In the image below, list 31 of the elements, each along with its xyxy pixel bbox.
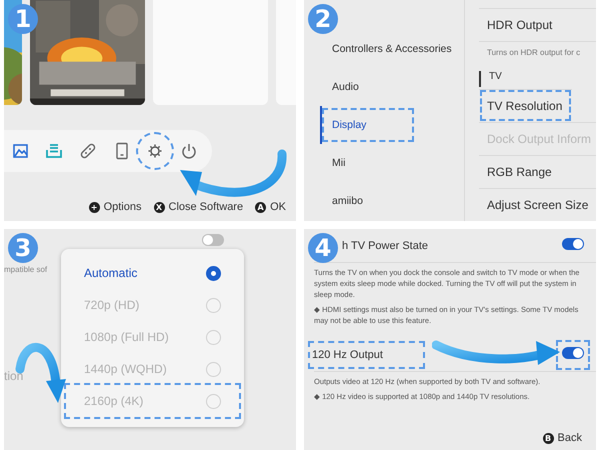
settings-option[interactable]: RGB Range: [479, 155, 596, 188]
option-description: Turns on HDR output for c: [479, 41, 596, 71]
toggle-switch[interactable]: [562, 238, 584, 250]
radio-button[interactable]: [206, 266, 221, 280]
toggle-switch[interactable]: [562, 346, 584, 358]
section-heading: TV: [479, 71, 596, 87]
setting-label[interactable]: h TV Power State: [340, 234, 468, 258]
button-glyph-icon: A: [255, 202, 266, 212]
settings-option[interactable]: TV Resolution: [479, 89, 572, 122]
resolution-option[interactable]: Automatic: [66, 257, 239, 289]
settings-icon[interactable]: [136, 132, 174, 170]
settings-option[interactable]: HDR Output: [479, 8, 596, 41]
footer-hint: Options: [104, 201, 142, 213]
settings-category[interactable]: amiibo: [320, 182, 367, 220]
setting-label[interactable]: 120 Hz Output: [310, 342, 423, 366]
settings-category[interactable]: Audio: [320, 68, 363, 106]
setting-label: tion: [4, 369, 24, 383]
step-badge: 3: [8, 233, 38, 263]
settings-category[interactable]: Mii: [320, 144, 350, 182]
step-badge: 2: [308, 4, 338, 34]
step-badge: 4: [308, 233, 338, 263]
footer-hint: Close Software: [168, 201, 244, 213]
toggle-switch[interactable]: [202, 234, 224, 246]
settings-option[interactable]: Adjust Screen Size: [479, 188, 596, 221]
setting-description: mpatible sof: [4, 265, 48, 274]
button-glyph-icon: X: [154, 202, 164, 212]
footer-hint: Back: [558, 432, 582, 444]
button-glyph-icon: +: [88, 202, 100, 212]
button-glyph-icon: B: [542, 432, 554, 444]
settings-category[interactable]: Display: [320, 106, 416, 144]
footer-hint: OK: [270, 201, 286, 213]
